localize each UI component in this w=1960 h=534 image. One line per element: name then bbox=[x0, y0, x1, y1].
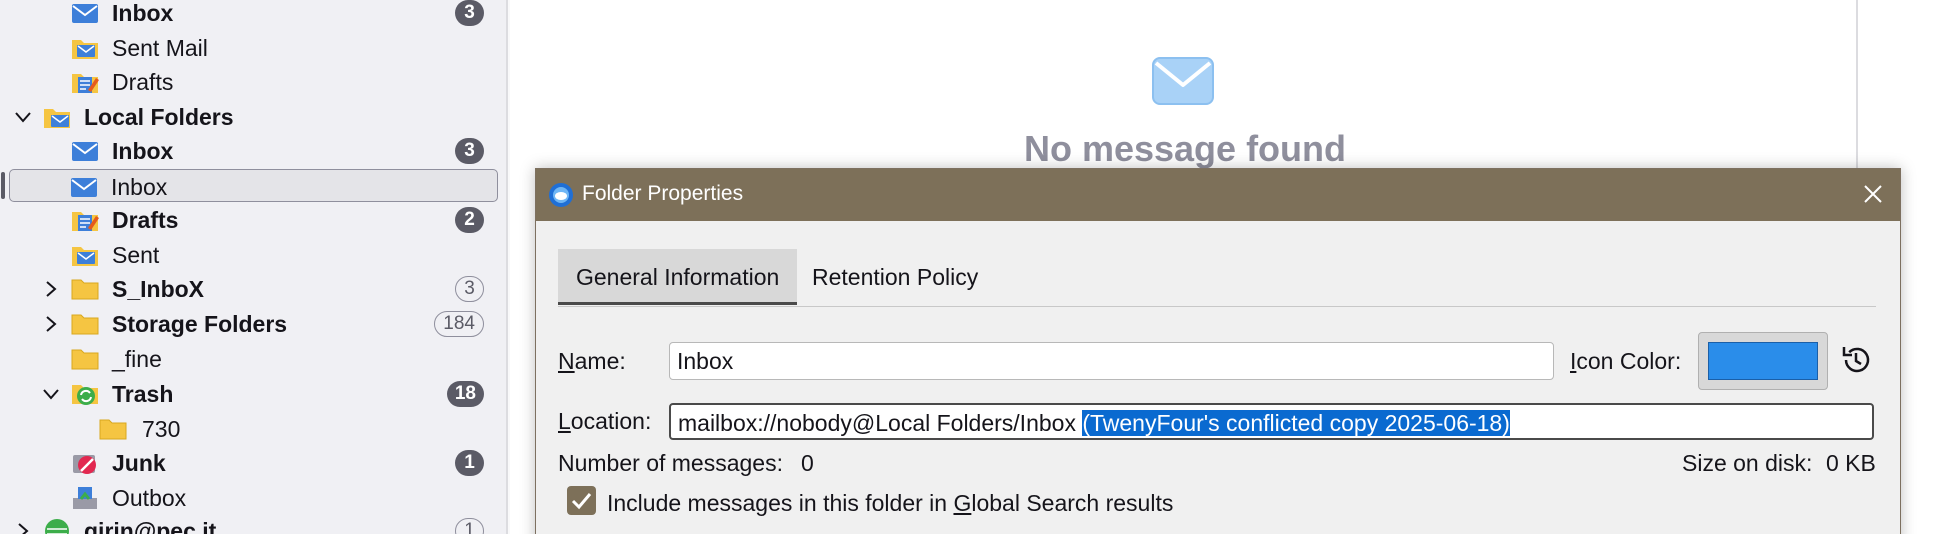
folder-label: Sent bbox=[112, 242, 160, 268]
number-of-messages-value: 0 bbox=[801, 450, 814, 476]
unread-badge: 1 bbox=[455, 518, 484, 534]
folder-pane: Inbox 3 Sent Mail Drafts Local Folders I… bbox=[0, 0, 508, 534]
folder-icon bbox=[71, 349, 99, 370]
folder-name-input[interactable]: Inbox bbox=[669, 342, 1554, 380]
location-text: mailbox://nobody@Local Folders/Inbox bbox=[678, 410, 1083, 436]
folder-label: _fine bbox=[112, 346, 162, 372]
folder-row-drafts[interactable]: Drafts bbox=[0, 65, 506, 99]
include-global-search-checkbox[interactable] bbox=[567, 486, 596, 515]
tab-general-information[interactable]: General Information bbox=[558, 249, 798, 305]
checkmark-icon bbox=[571, 493, 592, 510]
folder-row-junk[interactable]: Junk 1 bbox=[0, 446, 506, 480]
icon-color-swatch bbox=[1708, 342, 1818, 380]
folder-icon bbox=[71, 314, 99, 335]
empty-state-text: No message found bbox=[1023, 128, 1347, 169]
size-on-disk-value: 0 KB bbox=[1826, 450, 1876, 476]
junk-icon bbox=[73, 455, 96, 474]
folder-row-730[interactable]: 730 bbox=[0, 412, 506, 446]
folder-label: Inbox bbox=[112, 0, 174, 26]
folder-row-outbox[interactable]: Outbox bbox=[0, 481, 506, 515]
outbox-icon bbox=[73, 487, 97, 509]
folder-row-s-inbox[interactable]: S_InboX 3 bbox=[0, 272, 506, 306]
folder-icon bbox=[99, 419, 127, 440]
folder-row-account[interactable]: girin@pec.it 1 bbox=[0, 514, 506, 534]
location-label: Location: bbox=[558, 408, 652, 434]
folder-row-fine[interactable]: _fine bbox=[0, 342, 506, 376]
location-selected-text: (TwenyFour's conflicted copy 2025-06-18) bbox=[1082, 410, 1510, 436]
folder-label: S_InboX bbox=[112, 276, 205, 302]
inbox-icon bbox=[72, 142, 98, 161]
close-icon[interactable] bbox=[1862, 183, 1884, 205]
folder-label: Inbox bbox=[111, 174, 168, 200]
icon-color-label: Icon Color: bbox=[1570, 348, 1682, 374]
unread-badge: 2 bbox=[455, 207, 484, 233]
folder-row-storage-folders[interactable]: Storage Folders 184 bbox=[0, 307, 506, 341]
unread-badge: 184 bbox=[434, 311, 484, 337]
folder-label: Sent Mail bbox=[112, 35, 208, 61]
chevron-right-icon[interactable] bbox=[42, 315, 60, 333]
chevron-down-icon[interactable] bbox=[14, 108, 32, 126]
tab-retention-policy[interactable]: Retention Policy bbox=[794, 249, 996, 305]
folder-label: 730 bbox=[142, 416, 181, 442]
thunderbird-app-icon bbox=[549, 183, 573, 207]
dialog-tabs: General Information Retention Policy bbox=[558, 249, 1876, 307]
folder-label: Storage Folders bbox=[112, 311, 288, 337]
folder-row-trash[interactable]: Trash 18 bbox=[0, 377, 506, 411]
folder-properties-dialog: Folder Properties General Information Re… bbox=[535, 168, 1901, 534]
chevron-right-icon[interactable] bbox=[14, 522, 32, 534]
local-folders-icon bbox=[44, 109, 70, 128]
unread-badge: 3 bbox=[455, 276, 484, 302]
inbox-icon bbox=[71, 178, 97, 197]
dialog-title: Folder Properties bbox=[582, 182, 744, 205]
drafts-icon bbox=[72, 74, 99, 93]
folder-row-sent-mail[interactable]: Sent Mail bbox=[0, 31, 506, 65]
folder-label: Drafts bbox=[112, 69, 174, 95]
include-global-search-label[interactable]: Include messages in this folder in Globa… bbox=[607, 489, 1173, 517]
folder-row-inbox[interactable]: Inbox 3 bbox=[0, 134, 506, 168]
unread-badge: 3 bbox=[455, 138, 484, 164]
icon-color-button[interactable] bbox=[1698, 332, 1828, 390]
sent-icon bbox=[72, 40, 98, 59]
drafts-icon bbox=[72, 212, 99, 231]
account-icon bbox=[45, 519, 69, 534]
sent-icon bbox=[72, 247, 98, 266]
folder-label: girin@pec.it bbox=[84, 518, 217, 534]
folder-label: Drafts bbox=[112, 207, 179, 233]
unread-badge: 1 bbox=[455, 450, 484, 476]
unread-badge: 3 bbox=[455, 0, 484, 26]
chevron-down-icon[interactable] bbox=[42, 385, 60, 403]
chevron-right-icon[interactable] bbox=[42, 280, 60, 298]
name-label: Name: bbox=[558, 348, 626, 374]
folder-label: Trash bbox=[112, 381, 174, 407]
folder-row-local-folders[interactable]: Local Folders bbox=[0, 100, 506, 134]
location-field[interactable]: mailbox://nobody@Local Folders/Inbox (Tw… bbox=[669, 403, 1874, 440]
trash-icon bbox=[72, 385, 98, 405]
folder-label: Inbox bbox=[112, 138, 174, 164]
folder-icon bbox=[71, 279, 99, 300]
folder-label: Junk bbox=[112, 450, 166, 476]
envelope-icon bbox=[1152, 57, 1214, 105]
unread-badge: 18 bbox=[446, 381, 484, 407]
folder-row-sent[interactable]: Sent bbox=[0, 238, 506, 272]
dialog-titlebar[interactable]: Folder Properties bbox=[536, 169, 1900, 221]
inbox-icon bbox=[72, 4, 98, 23]
folder-row-inbox-selected[interactable]: Inbox bbox=[1, 169, 498, 202]
folder-row-inbox[interactable]: Inbox 3 bbox=[0, 0, 506, 30]
size-on-disk-label: Size on disk: bbox=[1682, 450, 1813, 476]
folder-label: Outbox bbox=[112, 485, 187, 511]
folder-row-drafts[interactable]: Drafts 2 bbox=[0, 203, 506, 237]
number-of-messages-label: Number of messages: bbox=[558, 450, 783, 476]
folder-label: Local Folders bbox=[84, 104, 234, 130]
reset-color-icon[interactable] bbox=[1839, 343, 1873, 377]
